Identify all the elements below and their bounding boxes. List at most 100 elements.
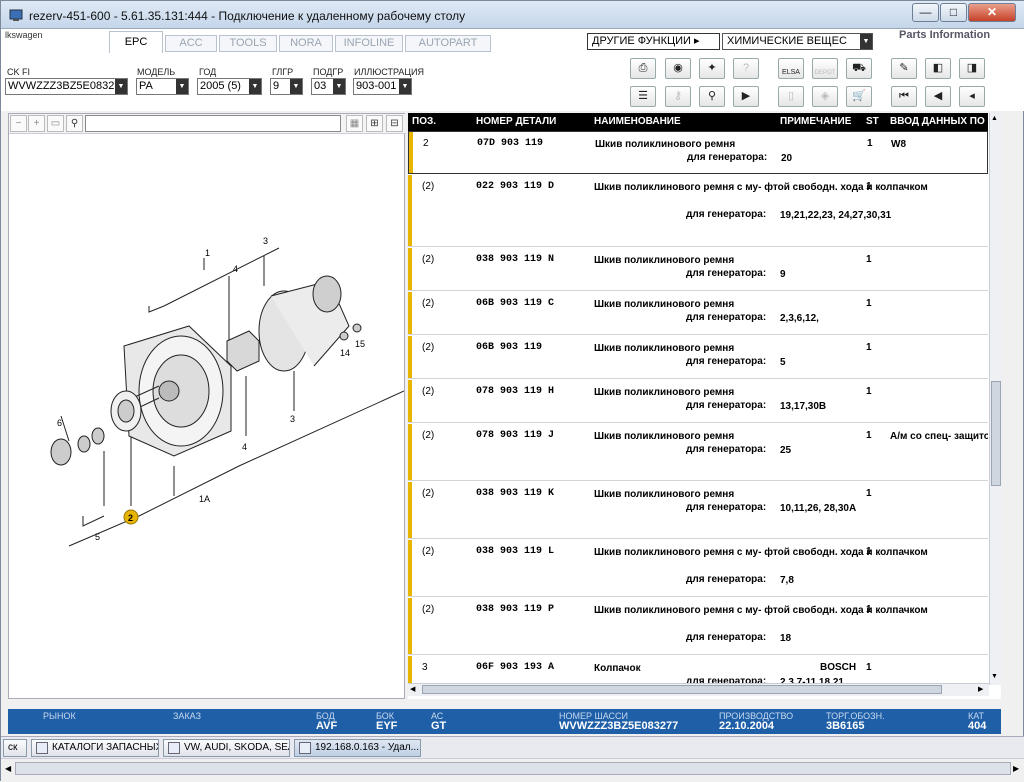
row-part-number[interactable]: 06B 903 119 bbox=[476, 342, 542, 353]
vertical-scrollbar[interactable]: ▲ ▼ bbox=[989, 113, 1002, 685]
row-name: Шкив поликлинового ремня bbox=[594, 343, 735, 354]
scroll-down-icon[interactable]: ▼ bbox=[991, 673, 998, 680]
table-row[interactable]: (2) 038 903 119 K Шкив поликлинового рем… bbox=[408, 482, 988, 539]
row-part-number[interactable]: 038 903 119 K bbox=[476, 488, 554, 499]
stamp-icon[interactable]: ◈ bbox=[812, 86, 838, 107]
pin-icon[interactable]: ✎ bbox=[891, 58, 917, 79]
row-part-number[interactable]: 038 903 119 L bbox=[476, 546, 554, 557]
print-area-icon[interactable]: ▦ bbox=[346, 115, 363, 132]
row-st: 1 bbox=[866, 342, 872, 353]
callout-1a: 1A bbox=[199, 494, 210, 504]
main-group-select[interactable]: 9 ▼ bbox=[270, 78, 303, 95]
search-icon[interactable]: ⚲ bbox=[66, 115, 83, 132]
table-row[interactable]: (2) 078 903 119 H Шкив поликлинового рем… bbox=[408, 380, 988, 423]
fit-icon[interactable]: ▭ bbox=[47, 115, 64, 132]
maximize-button[interactable]: □ bbox=[940, 3, 967, 22]
window-icon bbox=[36, 742, 48, 754]
table-row[interactable]: 3 06F 903 193 A Колпачок для генератора:… bbox=[408, 656, 988, 686]
back-icon[interactable]: ◂ bbox=[959, 86, 985, 107]
taskbar-item-active[interactable]: 192.168.0.163 - Удал... bbox=[294, 739, 421, 757]
taskbar-item[interactable]: VW, AUDI, SKODA, SEAT bbox=[163, 739, 290, 757]
first-page-icon[interactable]: ⏮ bbox=[891, 86, 917, 107]
subgroup-select[interactable]: 03 ▼ bbox=[311, 78, 346, 95]
table-row[interactable]: (2) 06B 903 119 Шкив поликлинового ремня… bbox=[408, 336, 988, 379]
scroll-thumb[interactable] bbox=[991, 381, 1001, 486]
zoom-out-icon[interactable]: − bbox=[10, 115, 27, 132]
scroll-right-icon[interactable]: ▶ bbox=[978, 685, 983, 693]
header-note[interactable]: ПРИМЕЧАНИЕ bbox=[780, 116, 851, 127]
row-st: 1 bbox=[866, 604, 872, 615]
illustration-select[interactable]: 903-001 ▼ bbox=[353, 78, 412, 95]
other-functions-button[interactable]: ДРУГИЕ ФУНКЦИИ ▸ bbox=[587, 33, 720, 50]
tab-tools[interactable]: TOOLS bbox=[219, 35, 277, 52]
table-row[interactable]: (2) 038 903 119 L Шкив поликлинового рем… bbox=[408, 540, 988, 597]
book-forward-icon[interactable]: ◨ bbox=[959, 58, 985, 79]
functions-select[interactable]: ХИМИЧЕСКИЕ ВЕЩЕС ▼ bbox=[722, 33, 873, 50]
key-icon[interactable]: ⚷ bbox=[665, 86, 691, 107]
split-icon[interactable]: ⊟ bbox=[386, 115, 403, 132]
hscroll-thumb[interactable] bbox=[422, 685, 942, 694]
close-button[interactable]: ✕ bbox=[968, 3, 1016, 22]
table-row[interactable]: (2) 038 903 119 P Шкив поликлинового рем… bbox=[408, 598, 988, 655]
main-group-label: ГЛГР bbox=[272, 67, 294, 77]
header-name[interactable]: НАИМЕНОВАНИЕ bbox=[594, 116, 681, 127]
search-input[interactable] bbox=[85, 115, 341, 132]
row-part-number[interactable]: 06F 903 193 A bbox=[476, 662, 554, 673]
table-row[interactable]: (2) 078 903 119 J Шкив поликлинового рем… bbox=[408, 424, 988, 481]
vin-select[interactable]: WVWZZZ3BZ5E08327 ▼ bbox=[5, 78, 128, 95]
model-select[interactable]: PA ▼ bbox=[136, 78, 189, 95]
main-group-value: 9 bbox=[273, 80, 280, 92]
row-part-number[interactable]: 07D 903 119 bbox=[477, 138, 543, 149]
tab-acc[interactable]: ACC bbox=[165, 35, 217, 52]
row-part-number[interactable]: 078 903 119 H bbox=[476, 386, 554, 397]
table-row[interactable]: (2) 022 903 119 D Шкив поликлинового рем… bbox=[408, 175, 988, 247]
taskbar-item[interactable]: ск bbox=[3, 739, 27, 757]
scroll-right-icon[interactable]: ▶ bbox=[1013, 764, 1019, 773]
scroll-left-icon[interactable]: ◀ bbox=[5, 764, 11, 773]
row-part-number[interactable]: 022 903 119 D bbox=[476, 181, 554, 192]
header-part-number[interactable]: НОМЕР ДЕТАЛИ bbox=[476, 116, 556, 127]
outer-scroll-thumb[interactable] bbox=[15, 762, 1011, 775]
layout-icon[interactable]: ⊞ bbox=[366, 115, 383, 132]
callout-3-top: 3 bbox=[263, 236, 268, 246]
year-select[interactable]: 2005 (5) ▼ bbox=[197, 78, 262, 95]
row-note: 5 bbox=[780, 357, 786, 368]
elsa-icon[interactable]: ELSA bbox=[778, 58, 804, 79]
disc-icon[interactable]: ◉ bbox=[665, 58, 691, 79]
book-back-icon[interactable]: ◧ bbox=[925, 58, 951, 79]
help-icon[interactable]: ? bbox=[733, 58, 759, 79]
phone-icon[interactable]: ▯ bbox=[778, 86, 804, 107]
header-st[interactable]: ST bbox=[866, 116, 879, 127]
row-part-number[interactable]: 078 903 119 J bbox=[476, 430, 554, 441]
tab-epc[interactable]: EPC bbox=[109, 31, 163, 53]
horizontal-scrollbar[interactable]: ◀ ▶ bbox=[408, 683, 989, 696]
previous-page-icon[interactable]: ◀ bbox=[925, 86, 951, 107]
row-part-number[interactable]: 038 903 119 P bbox=[476, 604, 554, 615]
row-part-number[interactable]: 06B 903 119 C bbox=[476, 298, 554, 309]
list-icon[interactable]: ☰ bbox=[630, 86, 656, 107]
scroll-up-icon[interactable]: ▲ bbox=[991, 115, 998, 122]
taskbar-item[interactable]: КАТАЛОГИ ЗАПАСНЫХ ... bbox=[31, 739, 159, 757]
bike-icon[interactable]: ⚲ bbox=[699, 86, 725, 107]
minimize-button[interactable]: — bbox=[912, 3, 939, 22]
row-entry: А/м со спец- защитой: AMX bbox=[890, 431, 988, 442]
header-pos[interactable]: ПОЗ. bbox=[412, 116, 436, 127]
scroll-left-icon[interactable]: ◀ bbox=[410, 685, 415, 693]
print-icon[interactable]: ⎙ bbox=[630, 58, 656, 79]
play-icon[interactable]: ▶ bbox=[733, 86, 759, 107]
tab-nora[interactable]: NORA bbox=[279, 35, 333, 52]
table-row[interactable]: (2) 06B 903 119 C Шкив поликлинового рем… bbox=[408, 292, 988, 335]
header-entry[interactable]: ВВОД ДАННЫХ ПО bbox=[890, 116, 985, 127]
table-row-selected[interactable]: 2 07D 903 119 Шкив поликлинового ремня д… bbox=[408, 131, 988, 174]
depot-icon[interactable]: DEPOT bbox=[812, 58, 838, 79]
handshake-icon[interactable]: ✦ bbox=[699, 58, 725, 79]
zoom-in-icon[interactable]: + bbox=[28, 115, 45, 132]
row-part-number[interactable]: 038 903 119 N bbox=[476, 254, 554, 265]
cart-icon[interactable]: 🛒 bbox=[846, 86, 872, 107]
outer-scrollbar[interactable]: ◀ ▶ bbox=[1, 758, 1024, 782]
tab-autopart[interactable]: AUTOPART bbox=[405, 35, 491, 52]
window-icon bbox=[168, 742, 180, 754]
cart-add-icon[interactable]: ⛟ bbox=[846, 58, 872, 79]
tab-infoline[interactable]: INFOLINE bbox=[335, 35, 403, 52]
table-row[interactable]: (2) 038 903 119 N Шкив поликлинового рем… bbox=[408, 248, 988, 291]
